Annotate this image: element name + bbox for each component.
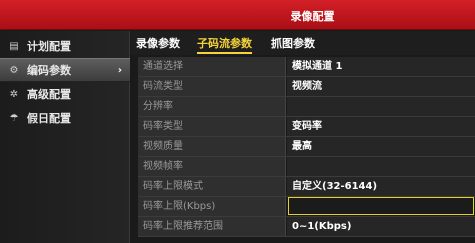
sidebar-item-schedule[interactable]: ▤ 计划配置 <box>0 34 130 58</box>
window-title: 录像配置 <box>290 10 335 23</box>
form-row: 视频质量 最高 <box>138 137 475 157</box>
form-row: 码率上限(Kbps) <box>138 197 475 217</box>
form-row: 视频帧率 <box>138 157 475 177</box>
row-label: 视频质量 <box>138 137 286 156</box>
channel-select[interactable]: 模拟通道 1 <box>287 57 475 76</box>
tab-snapshot-params[interactable]: 抓图参数 <box>271 35 315 51</box>
sidebar-item-label: 高级配置 <box>27 88 71 101</box>
tab-substream-params[interactable]: 子码流参数 <box>197 35 252 54</box>
stream-type-select[interactable]: 视频流 <box>287 77 475 96</box>
form-row: 通道选择 模拟通道 1 <box>138 57 475 77</box>
frame-rate-select[interactable] <box>287 157 475 176</box>
chevron-right-icon: › <box>117 64 122 76</box>
row-label: 视频帧率 <box>138 157 286 176</box>
video-quality-select[interactable]: 最高 <box>287 137 475 156</box>
gear-icon: ⚙ <box>9 64 19 76</box>
row-label: 码率上限模式 <box>138 177 286 196</box>
umbrella-icon: ☂ <box>9 112 19 124</box>
form-row: 码率上限推荐范围 0~1(Kbps) <box>138 217 475 237</box>
settings-icon: ✲ <box>9 88 19 100</box>
sidebar-item-advanced[interactable]: ✲ 高级配置 <box>0 82 130 106</box>
bitrate-cap-mode-select[interactable]: 自定义(32-6144) <box>287 177 475 196</box>
sidebar-item-label: 编码参数 <box>27 64 71 77</box>
resolution-select[interactable] <box>287 97 475 116</box>
row-label: 码率上限推荐范围 <box>138 217 286 236</box>
row-label: 通道选择 <box>138 57 286 76</box>
calendar-icon: ▤ <box>9 40 19 52</box>
tab-record-params[interactable]: 录像参数 <box>136 35 180 51</box>
sidebar: ▤ 计划配置 ⚙ 编码参数 › ✲ 高级配置 ☂ 假日配置 <box>0 31 130 243</box>
sidebar-item-label: 假日配置 <box>27 112 71 125</box>
sidebar-item-encoding[interactable]: ⚙ 编码参数 › <box>0 58 130 82</box>
bitrate-range-value: 0~1(Kbps) <box>287 217 475 236</box>
form-row: 码流类型 视频流 <box>138 77 475 97</box>
bitrate-type-select[interactable]: 变码率 <box>287 117 475 136</box>
row-label: 码率类型 <box>138 117 286 136</box>
row-label: 码率上限(Kbps) <box>138 197 286 216</box>
window-titlebar: 录像配置 <box>0 0 475 30</box>
form-row: 码率类型 变码率 <box>138 117 475 137</box>
sidebar-item-label: 计划配置 <box>27 40 71 53</box>
tab-bar: 录像参数 子码流参数 抓图参数 <box>131 31 475 55</box>
form-row: 分辨率 <box>138 97 475 117</box>
sidebar-item-holiday[interactable]: ☂ 假日配置 <box>0 106 130 130</box>
row-label: 分辨率 <box>138 97 286 116</box>
bitrate-cap-input[interactable] <box>288 197 474 215</box>
row-label: 码流类型 <box>138 77 286 96</box>
form-row: 码率上限模式 自定义(32-6144) <box>138 177 475 197</box>
